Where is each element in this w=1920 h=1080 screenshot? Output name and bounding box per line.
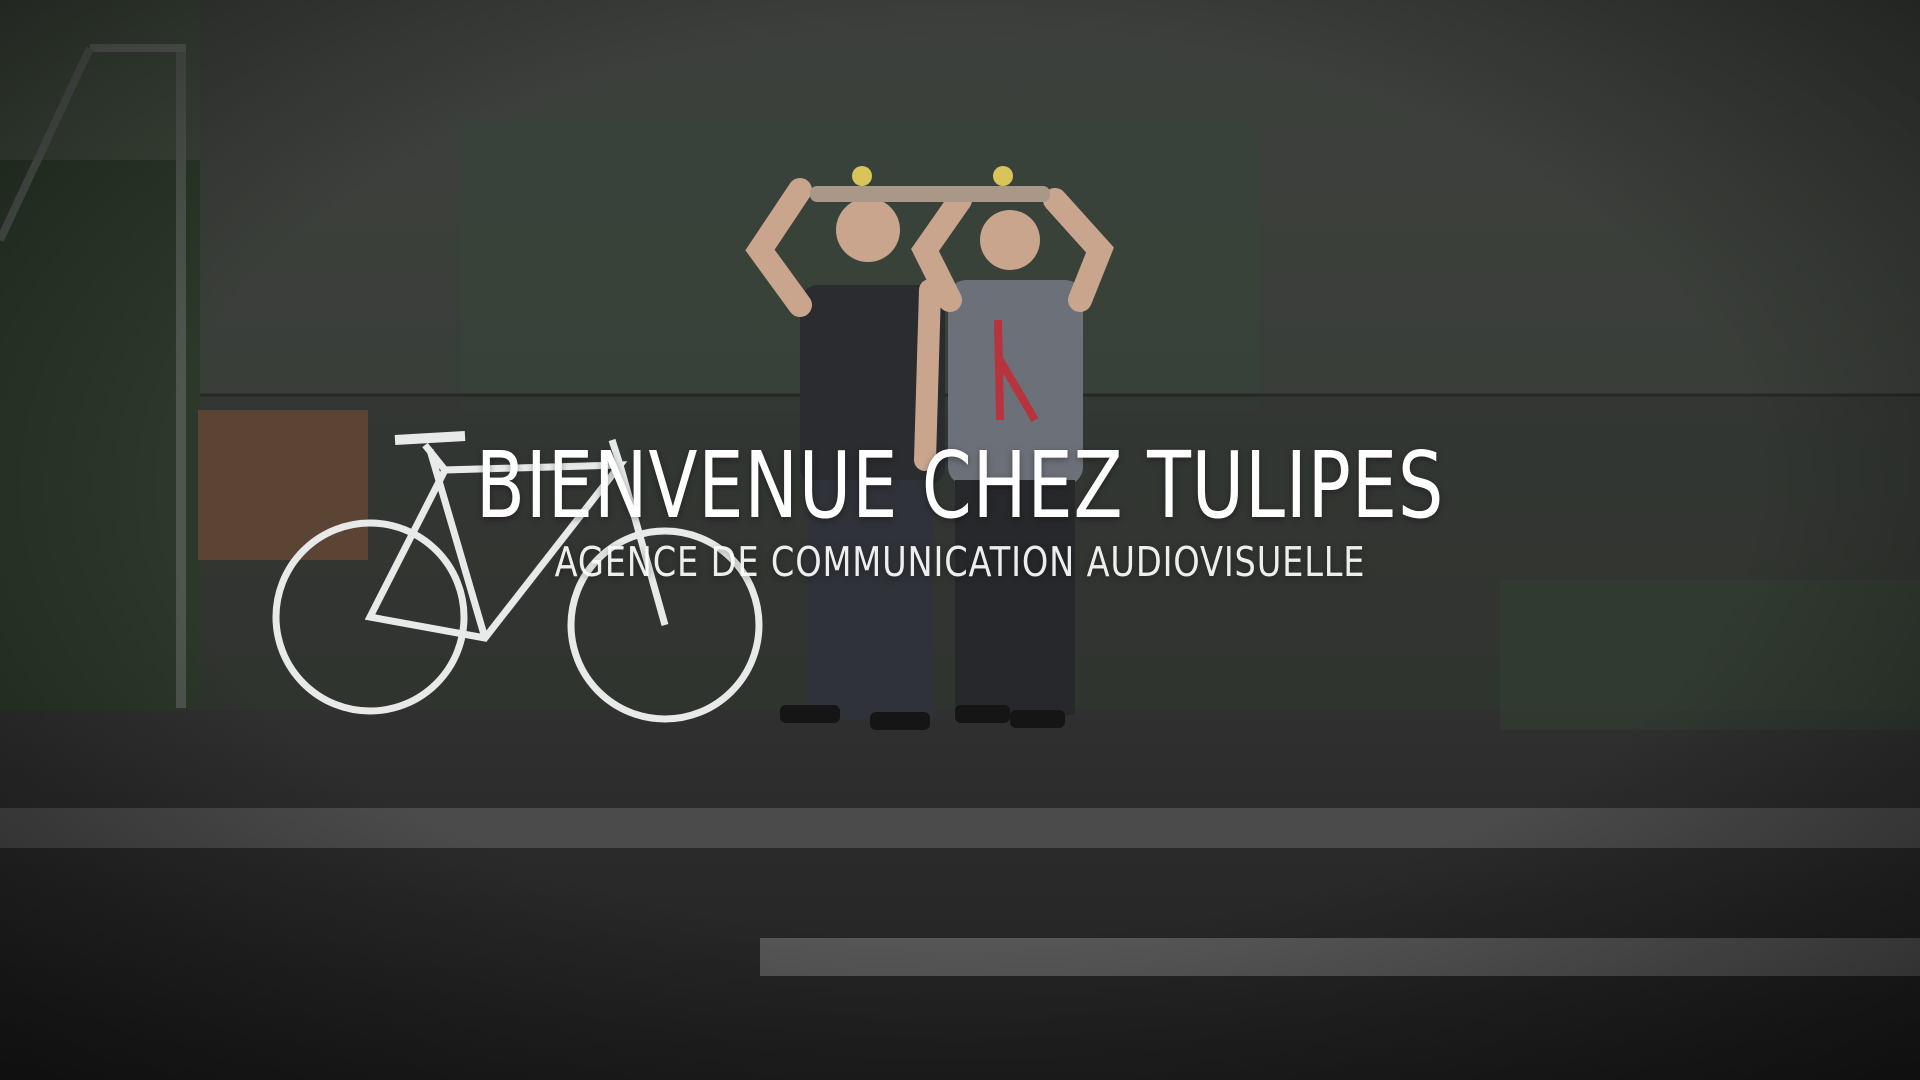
hero-title: BIENVENUE CHEZ TULIPES: [475, 432, 1445, 539]
hero-subtitle: AGENCE DE COMMUNICATION AUDIOVISUELLE: [554, 538, 1366, 586]
hero-banner: BIENVENUE CHEZ TULIPES AGENCE DE COMMUNI…: [0, 0, 1920, 1080]
hero-text-block: BIENVENUE CHEZ TULIPES AGENCE DE COMMUNI…: [0, 440, 1920, 583]
